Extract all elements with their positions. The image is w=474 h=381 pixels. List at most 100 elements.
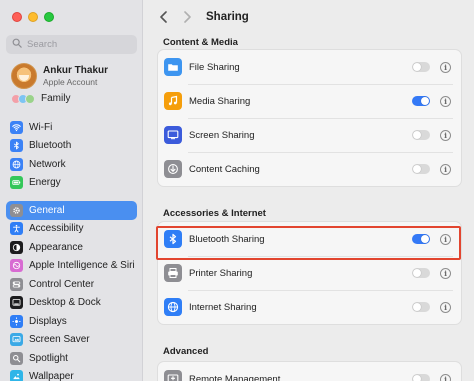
- spotlight-icon: [10, 351, 23, 365]
- row-label: Bluetooth Sharing: [189, 233, 265, 245]
- sidebar: Search Ankur Thakur Apple Account Family…: [0, 0, 143, 381]
- appearance-icon: [10, 240, 23, 254]
- screen-sharing-toggle[interactable]: [412, 130, 430, 140]
- sidebar-item-energy[interactable]: Energy: [6, 174, 137, 193]
- row-printer-sharing: Printer Sharing i: [158, 256, 461, 290]
- account-subtitle: Apple Account: [43, 77, 98, 87]
- battery-icon: [10, 176, 23, 190]
- row-bluetooth-sharing: Bluetooth Sharing i: [158, 222, 461, 256]
- row-screen-sharing: Screen Sharing i: [158, 118, 461, 152]
- sidebar-item-desktop-dock[interactable]: Desktop & Dock: [6, 294, 137, 313]
- globe-icon: [164, 298, 182, 316]
- sidebar-item-wallpaper[interactable]: Wallpaper: [6, 368, 137, 381]
- sidebar-item-spotlight[interactable]: Spotlight: [6, 349, 137, 368]
- account-name: Ankur Thakur: [43, 65, 109, 76]
- bluetooth-sharing-toggle[interactable]: [412, 234, 430, 244]
- sidebar-item-label: Family: [41, 93, 71, 104]
- globe-icon: [10, 157, 23, 171]
- sidebar-item-label: Appearance: [29, 241, 83, 253]
- info-icon[interactable]: i: [440, 129, 451, 141]
- siri-icon: [10, 259, 23, 273]
- info-icon[interactable]: i: [440, 267, 451, 279]
- chevron-left-icon: [159, 11, 167, 23]
- row-label: Content Caching: [189, 163, 260, 175]
- toolbar: Sharing: [144, 0, 474, 34]
- row-remote-management: Remote Management i: [158, 362, 461, 381]
- sidebar-item-control-center[interactable]: Control Center: [6, 275, 137, 294]
- printer-icon: [164, 264, 182, 282]
- row-label: Remote Management: [189, 373, 281, 381]
- sidebar-item-displays[interactable]: Displays: [6, 312, 137, 331]
- zoom-button[interactable]: [44, 12, 54, 22]
- sidebar-item-screen-saver[interactable]: Screen Saver: [6, 331, 137, 350]
- info-icon[interactable]: i: [440, 301, 451, 313]
- sidebar-item-wi-fi[interactable]: Wi-Fi: [6, 118, 137, 137]
- sidebar-item-appearance[interactable]: Appearance: [6, 238, 137, 257]
- sidebar-item-network[interactable]: Network: [6, 155, 137, 174]
- screensaver-icon: [10, 333, 23, 347]
- info-icon[interactable]: i: [440, 61, 451, 73]
- minimize-button[interactable]: [28, 12, 38, 22]
- section-title-advanced: Advanced: [163, 346, 209, 357]
- control-center-icon: [10, 277, 23, 291]
- row-label: Printer Sharing: [189, 267, 253, 279]
- sidebar-item-label: Control Center: [29, 278, 95, 290]
- sidebar-item-general[interactable]: General: [6, 201, 137, 220]
- info-icon[interactable]: i: [440, 373, 451, 381]
- settings-group-advanced: Remote Management i: [157, 361, 462, 381]
- internet-sharing-toggle[interactable]: [412, 302, 430, 312]
- search-icon: [12, 38, 22, 51]
- sidebar-item-label: Bluetooth: [29, 140, 72, 152]
- search-field[interactable]: Search: [6, 35, 137, 54]
- sidebar-item-apple-intelligence-siri[interactable]: Apple Intelligence & Siri: [6, 257, 137, 276]
- wallpaper-icon: [10, 370, 23, 381]
- search-placeholder: Search: [27, 39, 58, 50]
- row-label: Screen Sharing: [189, 129, 255, 141]
- content-caching-toggle[interactable]: [412, 164, 430, 174]
- row-label: File Sharing: [189, 61, 240, 73]
- file-sharing-toggle[interactable]: [412, 62, 430, 72]
- avatar: [11, 63, 37, 89]
- accessibility-icon: [10, 222, 23, 236]
- sidebar-item-family[interactable]: Family: [11, 93, 70, 104]
- sidebar-group-connectivity: Wi-Fi Bluetooth Network Energy: [6, 118, 137, 192]
- wifi-icon: [10, 120, 23, 134]
- back-button[interactable]: [156, 10, 170, 24]
- content-caching-icon: [164, 160, 182, 178]
- info-icon[interactable]: i: [440, 95, 451, 107]
- main-pane: Sharing Content & Media File Sharing i Medi…: [144, 0, 474, 381]
- info-icon[interactable]: i: [440, 163, 451, 175]
- chevron-right-icon: [183, 11, 191, 23]
- sidebar-item-label: Screen Saver: [29, 334, 90, 346]
- display-icon: [10, 314, 23, 328]
- row-internet-sharing: Internet Sharing i: [158, 290, 461, 324]
- info-icon[interactable]: i: [440, 233, 451, 245]
- sidebar-item-label: Spotlight: [29, 352, 68, 364]
- sidebar-item-bluetooth[interactable]: Bluetooth: [6, 137, 137, 156]
- printer-sharing-toggle[interactable]: [412, 268, 430, 278]
- forward-button[interactable]: [180, 10, 194, 24]
- apple-account[interactable]: Ankur Thakur Apple Account: [11, 63, 108, 89]
- remote-management-icon: [164, 370, 182, 381]
- settings-group-content-media: File Sharing i Media Sharing i Screen Sharin…: [157, 49, 462, 187]
- sidebar-item-label: General: [29, 204, 65, 216]
- bluetooth-icon: [164, 230, 182, 248]
- sidebar-item-label: Apple Intelligence & Siri: [29, 260, 135, 272]
- row-label: Internet Sharing: [189, 301, 257, 313]
- screen-sharing-icon: [164, 126, 182, 144]
- row-content-caching: Content Caching i: [158, 152, 461, 186]
- sidebar-item-label: Energy: [29, 177, 61, 189]
- sidebar-item-label: Wi-Fi: [29, 121, 53, 133]
- sidebar-item-accessibility[interactable]: Accessibility: [6, 220, 137, 239]
- sidebar-item-label: Displays: [29, 315, 67, 327]
- remote-management-toggle[interactable]: [412, 374, 430, 381]
- window-controls: [12, 12, 54, 22]
- section-title-accessories-internet: Accessories & Internet: [163, 208, 266, 219]
- sidebar-item-label: Network: [29, 158, 66, 170]
- row-label: Media Sharing: [189, 95, 251, 107]
- settings-group-accessories-internet: Bluetooth Sharing i Printer Sharing i Intern…: [157, 221, 462, 325]
- page-title: Sharing: [206, 11, 249, 23]
- close-button[interactable]: [12, 12, 22, 22]
- row-media-sharing: Media Sharing i: [158, 84, 461, 118]
- media-sharing-toggle[interactable]: [412, 96, 430, 106]
